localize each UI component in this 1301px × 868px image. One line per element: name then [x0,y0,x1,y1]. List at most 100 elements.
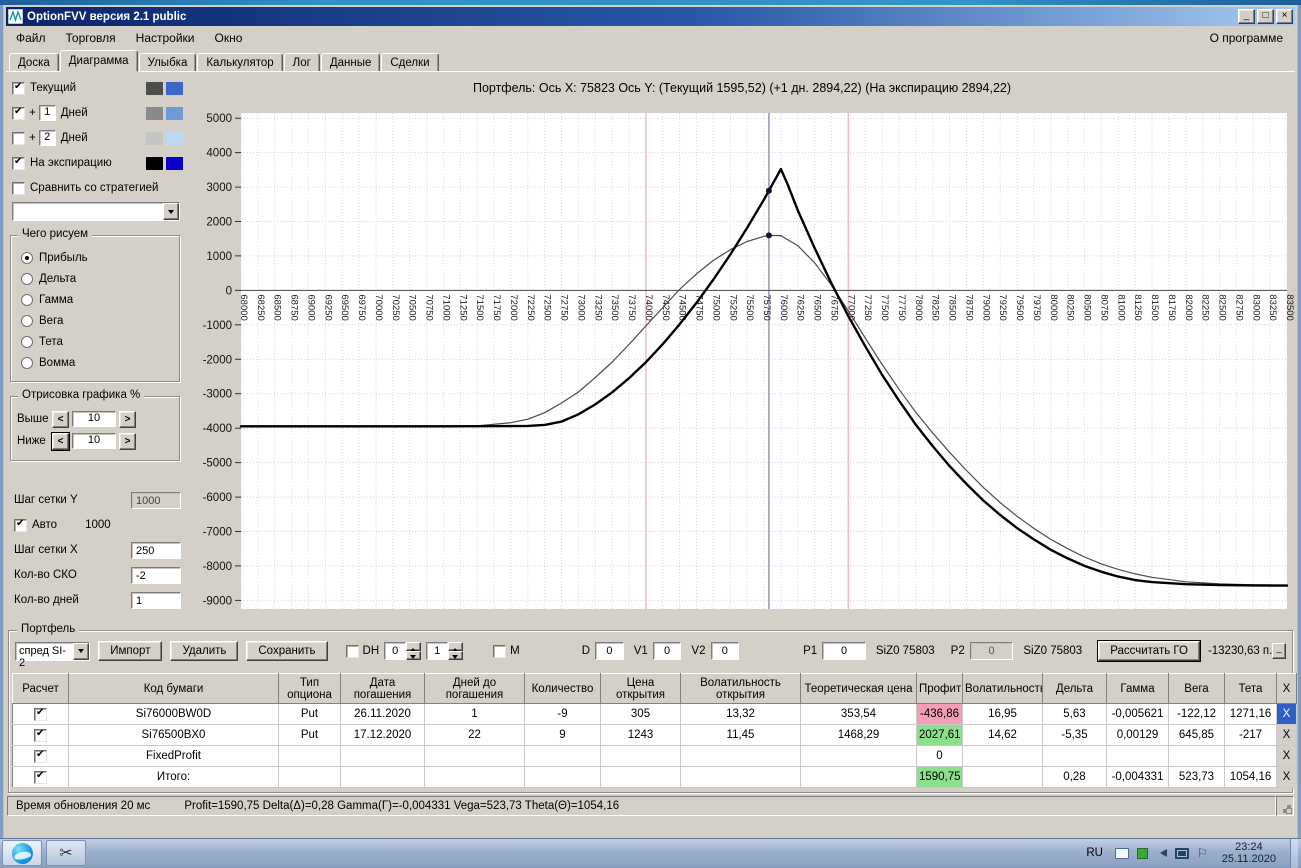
row-checkbox-0[interactable] [34,707,47,721]
resize-grip[interactable] [1276,796,1294,816]
radio-5[interactable] [21,356,33,369]
calc-go-button[interactable]: Рассчитать ГО [1098,641,1200,661]
col-header-10[interactable]: Волатильность [962,673,1043,704]
col-header-14[interactable]: Тета [1224,673,1277,704]
days-count-input[interactable]: 1 [131,591,181,609]
legend-checkbox-2[interactable] [12,131,25,145]
pct-decrease-button-1[interactable]: < [52,432,69,450]
col-header-15[interactable]: X [1276,673,1297,704]
legend-checkbox-3[interactable] [12,156,25,170]
grid-step-y-input[interactable]: 1000 [131,491,181,509]
tray-app-icon[interactable] [1136,847,1148,859]
col-header-3[interactable]: Дата погашения [340,673,425,704]
tab-6[interactable]: Сделки [381,53,439,72]
radio-3[interactable] [21,314,33,327]
pct-value-1[interactable]: 10 [72,433,116,449]
legend-days-input-1[interactable]: 1 [38,105,56,121]
d-field[interactable]: 0 [595,642,624,660]
taskbar-clock[interactable]: 23:24 25.11.2020 [1216,841,1282,866]
col-header-5[interactable]: Количество [524,673,601,704]
dh-spinner-2[interactable]: 1 [426,642,464,660]
dropdown-arrow-icon[interactable] [163,203,179,220]
dh-spinner-1[interactable]: 0 [384,642,422,660]
menu-item-0[interactable]: Файл [6,29,56,47]
auto-checkbox[interactable] [14,518,27,532]
spin-up-icon[interactable] [448,642,464,652]
minimize-button[interactable]: _ [1238,9,1255,24]
cell-calc[interactable] [12,703,69,725]
m-checkbox[interactable] [493,644,507,658]
legend-days-input-2[interactable]: 2 [38,130,56,146]
compare-checkbox[interactable] [12,181,25,195]
taskbar-snipping-button[interactable]: ✂ [46,840,86,866]
col-header-4[interactable]: Дней до погашения [424,673,525,704]
legend-checkbox-0[interactable] [12,81,25,95]
col-header-13[interactable]: Вега [1168,673,1225,704]
v1-field[interactable]: 0 [652,642,682,660]
cell-calc[interactable] [12,766,69,788]
pct-decrease-button-0[interactable]: < [52,410,69,428]
preset-dropdown[interactable]: спред SI-2 [15,641,91,669]
row-delete-button-1[interactable]: X [1276,724,1297,746]
dh-checkbox[interactable] [345,644,359,658]
spin-up-icon[interactable] [406,642,422,652]
spin-down-icon[interactable] [448,651,464,660]
v2-field[interactable]: 0 [710,642,740,660]
row-delete-button-0[interactable]: X [1276,703,1297,725]
grid-step-x-input[interactable]: 250 [131,541,181,559]
radio-1[interactable] [21,272,33,285]
maximize-button[interactable]: □ [1257,9,1274,24]
menu-item-3[interactable]: Окно [205,29,253,47]
radio-4[interactable] [21,335,33,348]
tab-3[interactable]: Калькулятор [197,53,283,72]
preset-dropdown-arrow-icon[interactable] [73,642,90,660]
tab-4[interactable]: Лог [283,53,320,72]
col-header-1[interactable]: Код бумаги [68,673,279,704]
input-indicator-icon[interactable] [1114,847,1129,859]
tab-5[interactable]: Данные [320,53,381,72]
spin-down-icon[interactable] [406,651,422,660]
col-header-12[interactable]: Гамма [1106,673,1169,704]
import-button[interactable]: Импорт [98,641,163,661]
pct-value-0[interactable]: 10 [72,411,116,427]
menu-item-1[interactable]: Торговля [56,29,126,47]
language-indicator[interactable]: RU [1082,847,1107,859]
col-header-7[interactable]: Волатильность открытия [680,673,801,704]
row-checkbox-1[interactable] [34,728,47,742]
p1-field[interactable]: 0 [822,642,866,660]
col-header-0[interactable]: Расчет [12,673,69,704]
tab-1[interactable]: Диаграмма [59,50,138,72]
save-button[interactable]: Сохранить [246,641,328,661]
col-header-9[interactable]: Профит [916,673,963,704]
sko-count-input[interactable]: -2 [131,566,181,584]
cell-calc[interactable] [12,745,69,767]
strategy-dropdown[interactable] [12,202,180,221]
tab-2[interactable]: Улыбка [138,53,197,72]
legend-checkbox-1[interactable] [12,106,25,120]
collapse-button[interactable]: _ [1272,643,1287,659]
tab-0[interactable]: Доска [9,53,59,72]
pct-increase-button-0[interactable]: > [119,410,136,428]
delete-button[interactable]: Удалить [170,641,239,661]
action-center-flag-icon[interactable]: ⚐ [1197,847,1208,859]
show-desktop-button[interactable] [1290,838,1298,868]
radio-0[interactable] [21,251,33,264]
taskbar-edge-button[interactable] [2,840,42,866]
col-header-2[interactable]: Тип опциона [278,673,341,704]
display-icon[interactable] [1174,847,1189,859]
row-delete-button-3[interactable]: X [1276,766,1297,788]
pct-increase-button-1[interactable]: > [119,432,136,450]
row-delete-button-2[interactable]: X [1276,745,1297,767]
close-button[interactable]: × [1276,9,1293,24]
row-checkbox-2[interactable] [34,749,47,763]
volume-icon[interactable] [1156,849,1167,857]
radio-2[interactable] [21,293,33,306]
menu-item-2[interactable]: Настройки [126,29,205,47]
col-header-11[interactable]: Дельта [1042,673,1107,704]
col-header-8[interactable]: Теоретическая цена [800,673,917,704]
col-header-6[interactable]: Цена открытия [600,673,681,704]
menu-about[interactable]: О программе [1198,29,1295,47]
row-checkbox-3[interactable] [34,770,47,784]
p2-field[interactable]: 0 [969,642,1014,660]
cell-calc[interactable] [12,724,69,746]
